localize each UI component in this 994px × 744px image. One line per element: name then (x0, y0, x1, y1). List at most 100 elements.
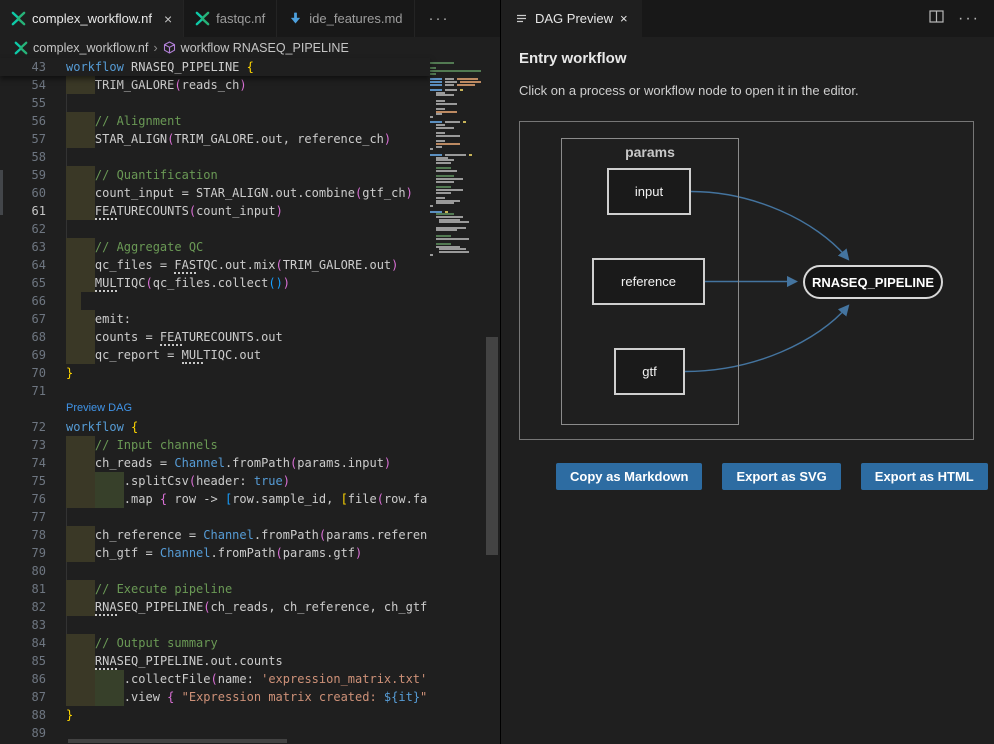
line-number: 69 (0, 346, 46, 364)
minimap-line (436, 159, 454, 161)
minimap-line (436, 124, 445, 126)
dag-node-reference[interactable]: reference (592, 258, 705, 305)
code-line-65: 65 MULTIQC(qc_files.collect()) (0, 274, 430, 292)
dag-node-rnaseq-pipeline-label: RNASEQ_PIPELINE (812, 275, 934, 290)
minimap-line (436, 181, 454, 183)
minimap-line (439, 251, 469, 253)
breadcrumb-symbol[interactable]: workflow RNASEQ_PIPELINE (181, 41, 349, 55)
export-as-html-button[interactable]: Export as HTML (861, 463, 988, 490)
minimap-line (430, 148, 433, 150)
sticky-scroll-line[interactable]: 43workflow RNASEQ_PIPELINE { (0, 58, 430, 76)
minimap-line (436, 100, 445, 102)
breadcrumb-file[interactable]: complex_workflow.nf (33, 41, 148, 55)
line-number: 82 (0, 598, 46, 616)
code-line-60: 60 count_input = STAR_ALIGN.out.combine(… (0, 184, 430, 202)
code-text: // Input channels (66, 436, 430, 454)
code-line-63: 63 // Aggregate QC (0, 238, 430, 256)
minimap-line (430, 73, 436, 75)
code-line-73: 73 // Input channels (0, 436, 430, 454)
minimap-line (430, 121, 442, 123)
code-text: ch_gtf = Channel.fromPath(params.gtf) (66, 544, 430, 562)
code-text: .splitCsv(header: true) (66, 472, 430, 490)
code-text: qc_report = MULTIQC.out (66, 346, 430, 364)
close-icon[interactable]: × (164, 12, 172, 26)
code-editor[interactable]: 54 TRIM_GALORE(reads_ch)5556 // Alignmen… (0, 58, 500, 744)
minimap-line (436, 157, 448, 159)
split-editor-icon[interactable] (929, 10, 944, 28)
code-line-79: 79 ch_gtf = Channel.fromPath(params.gtf) (0, 544, 430, 562)
editor-tab-complex-workflow-nf[interactable]: complex_workflow.nf× (0, 0, 184, 37)
line-number: 68 (0, 328, 46, 346)
minimap-line (430, 116, 433, 118)
dag-node-input-label: input (635, 184, 663, 199)
minimap-line (436, 197, 445, 199)
line-number: 62 (0, 220, 46, 238)
minimap-line (436, 227, 466, 229)
dag-node-gtf[interactable]: gtf (614, 348, 685, 395)
minimap-line (436, 103, 457, 105)
editor-tab-ide-features-md[interactable]: ide_features.md (277, 0, 414, 37)
minimap-line (430, 67, 436, 69)
symbol-cube-icon (163, 41, 176, 54)
line-number: 64 (0, 256, 46, 274)
breadcrumb-separator: › (153, 40, 157, 55)
tab-dag-preview[interactable]: DAG Preview × (501, 0, 642, 37)
codelens-preview-dag[interactable]: Preview DAG (66, 402, 132, 414)
dag-node-rnaseq-pipeline[interactable]: RNASEQ_PIPELINE (803, 265, 943, 299)
dag-group-label: params (562, 144, 738, 160)
code-text: } (66, 706, 430, 724)
minimap-line (445, 211, 448, 213)
code-text: // Execute pipeline (66, 580, 430, 598)
code-text: // Quantification (66, 166, 430, 184)
code-text: .map { row -> [row.sample_id, [file(row.… (66, 490, 430, 508)
code-line-56: 56 // Alignment (0, 112, 430, 130)
line-number: 54 (0, 76, 46, 94)
tab-overflow-icon[interactable]: ··· (415, 0, 464, 37)
code-text (66, 382, 430, 400)
vscode-window: complex_workflow.nf×fastqc.nfide_feature… (0, 0, 994, 744)
export-as-svg-button[interactable]: Export as SVG (722, 463, 840, 490)
minimap-line (436, 186, 451, 188)
code-line-68: 68 counts = FEATURECOUNTS.out (0, 328, 430, 346)
code-text: .collectFile(name: 'expression_matrix.tx… (66, 670, 430, 688)
line-number: 67 (0, 310, 46, 328)
minimap-line (439, 248, 466, 250)
more-actions-icon[interactable]: ··· (958, 10, 980, 28)
line-number: 63 (0, 238, 46, 256)
code-text (66, 292, 430, 310)
line-number: 65 (0, 274, 46, 292)
minimap[interactable] (430, 58, 486, 744)
minimap-line (430, 89, 442, 91)
code-text (66, 724, 430, 742)
export-button-row: Copy as Markdown Export as SVG Export as H… (556, 463, 988, 490)
minimap-line (445, 89, 457, 91)
minimap-line (430, 70, 481, 72)
line-number: 73 (0, 436, 46, 454)
dag-node-input[interactable]: input (607, 168, 691, 215)
code-text (66, 94, 430, 112)
code-line-71: 71 (0, 382, 430, 400)
close-icon[interactable]: × (620, 11, 628, 26)
minimap-line (430, 81, 442, 83)
dag-canvas: params input reference gtf RNASEQ_PIPELI… (519, 121, 974, 440)
code-line-72: 72workflow { (0, 418, 430, 436)
vertical-scrollbar[interactable] (486, 337, 498, 555)
code-text: counts = FEATURECOUNTS.out (66, 328, 430, 346)
code-line-61: 61 FEATURECOUNTS(count_input) (0, 202, 430, 220)
code-line-87: 87 .view { "Expression matrix created: $… (0, 688, 430, 706)
code-text (66, 508, 430, 526)
code-text (66, 616, 430, 634)
code-line-86: 86 .collectFile(name: 'expression_matrix… (0, 670, 430, 688)
minimap-line (445, 78, 454, 80)
code-text: RNASEQ_PIPELINE(ch_reads, ch_reference, … (66, 598, 430, 616)
editor-tab-fastqc-nf[interactable]: fastqc.nf (184, 0, 277, 37)
code-text: // Alignment (66, 112, 430, 130)
code-text: TRIM_GALORE(reads_ch) (66, 76, 430, 94)
minimap-line (439, 221, 469, 223)
code-text: MULTIQC(qc_files.collect()) (66, 274, 430, 292)
copy-as-markdown-button[interactable]: Copy as Markdown (556, 463, 702, 490)
codelens-row: Preview DAG (0, 400, 430, 418)
dag-preview-panel: DAG Preview × ··· Entry workflow Click o… (500, 0, 994, 744)
minimap-line (436, 162, 451, 164)
line-number: 76 (0, 490, 46, 508)
